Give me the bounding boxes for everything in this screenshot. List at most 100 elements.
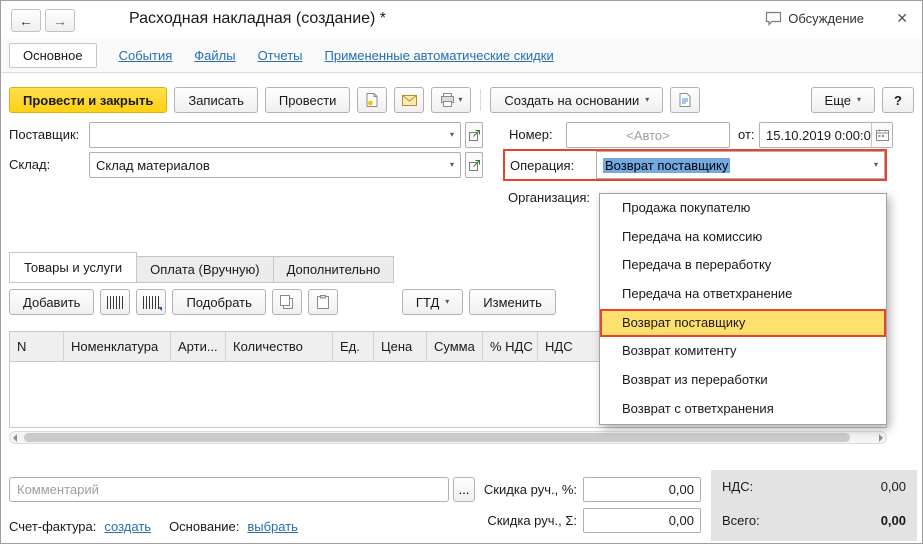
close-button[interactable]: ✕	[896, 10, 908, 27]
calendar-icon	[875, 129, 889, 141]
tab-reports[interactable]: Отчеты	[258, 48, 303, 63]
basis-choose-link[interactable]: выбрать	[247, 519, 298, 534]
paste-icon	[316, 295, 329, 309]
reports-button[interactable]	[670, 87, 701, 113]
report-icon	[679, 93, 691, 107]
back-button[interactable]: ←	[11, 9, 41, 32]
back-arrow-icon: ←	[19, 12, 33, 29]
tab-auto-discounts[interactable]: Примененные автоматические скидки	[325, 48, 554, 63]
operation-highlight-box: Операция: Возврат поставщику ▾	[503, 149, 887, 181]
total-row: Всего: 0,00	[722, 513, 906, 528]
column-header-price[interactable]: Цена	[374, 332, 427, 362]
column-header-article[interactable]: Арти...	[171, 332, 226, 362]
scroll-left-icon[interactable]	[13, 434, 17, 442]
totals-panel: НДС: 0,00 Всего: 0,00	[711, 470, 917, 541]
number-field[interactable]: <Авто>	[566, 122, 730, 148]
chevron-down-icon: ▾	[856, 95, 861, 104]
chevron-down-icon: ▾	[445, 297, 450, 306]
add-row-button[interactable]: Добавить	[9, 289, 95, 315]
basis-label: Основание:	[169, 519, 240, 534]
tab-additional[interactable]: Дополнительно	[272, 256, 395, 283]
invoice-links-row: Счет-фактура: создать Основание: выбрать	[9, 519, 298, 534]
tab-events[interactable]: События	[119, 48, 173, 63]
menu-item-return-to-consignor[interactable]: Возврат комитенту	[600, 337, 886, 366]
organization-label: Организация:	[508, 190, 591, 205]
horizontal-scrollbar[interactable]	[9, 431, 887, 444]
barcode-input-button[interactable]	[136, 289, 167, 315]
discount-sum-field[interactable]: 0,00	[583, 508, 701, 533]
gtd-label: ГТД	[415, 294, 440, 310]
comment-input[interactable]	[9, 477, 449, 502]
menu-item-processing[interactable]: Передача в переработку	[600, 251, 886, 280]
chevron-down-icon: ▾	[458, 95, 463, 104]
attach-file-button[interactable]	[357, 87, 388, 113]
more-button[interactable]: Еще ▾	[810, 87, 875, 113]
warehouse-value: Склад материалов	[96, 157, 210, 173]
gtd-button[interactable]: ГТД ▾	[401, 289, 464, 315]
scrollbar-thumb[interactable]	[24, 433, 850, 442]
forward-button[interactable]: →	[45, 9, 75, 32]
write-button[interactable]: Записать	[174, 87, 258, 113]
tab-files[interactable]: Файлы	[194, 48, 235, 63]
menu-item-return-to-supplier[interactable]: Возврат поставщику	[600, 308, 886, 338]
warehouse-field[interactable]: Склад материалов ▾	[89, 152, 461, 178]
post-button[interactable]: Провести	[264, 87, 351, 113]
menu-item-commission[interactable]: Передача на комиссию	[600, 223, 886, 252]
total-value: 0,00	[880, 513, 906, 528]
menu-item-sale[interactable]: Продажа покупателю	[600, 194, 886, 223]
barcode-scan-button[interactable]	[100, 289, 131, 315]
discount-pct-field[interactable]: 0,00	[583, 477, 701, 502]
operation-field[interactable]: Возврат поставщику ▾	[596, 151, 885, 179]
paste-rows-button[interactable]	[307, 289, 338, 315]
copy-rows-button[interactable]	[271, 289, 302, 315]
tab-goods-services[interactable]: Товары и услуги	[9, 252, 138, 283]
total-label: Всего:	[722, 513, 760, 528]
edit-row-button[interactable]: Изменить	[469, 289, 556, 315]
vat-value: 0,00	[880, 479, 906, 494]
create-on-basis-button[interactable]: Создать на основании ▾	[490, 87, 664, 113]
print-button[interactable]: ▾	[431, 87, 472, 113]
tab-main[interactable]: Основное	[9, 43, 97, 68]
corner-arrow-icon	[158, 307, 163, 311]
tab-payment[interactable]: Оплата (Вручную)	[136, 256, 274, 283]
date-label: от:	[738, 127, 755, 142]
toolbar-divider	[480, 89, 482, 111]
copy-icon	[280, 295, 294, 309]
send-email-button[interactable]	[394, 87, 425, 113]
number-placeholder: <Авто>	[626, 127, 670, 143]
invoice-create-link[interactable]: создать	[104, 519, 151, 534]
content-tabbar: Товары и услуги Оплата (Вручную) Дополни…	[9, 252, 395, 283]
supplier-label: Поставщик:	[9, 127, 80, 142]
open-form-icon	[468, 129, 480, 141]
vat-label: НДС:	[722, 479, 754, 494]
pick-items-button[interactable]: Подобрать	[172, 289, 266, 315]
column-header-vat-pct[interactable]: % НДС	[483, 332, 538, 362]
supplier-field[interactable]: ▾	[89, 122, 461, 148]
date-field[interactable]: 15.10.2019 0:00:00	[759, 122, 893, 148]
menu-item-return-from-safekeeping[interactable]: Возврат с ответхранения	[600, 395, 886, 424]
warehouse-label: Склад:	[9, 157, 51, 172]
column-header-unit[interactable]: Ед.	[333, 332, 374, 362]
column-header-sum[interactable]: Сумма	[427, 332, 483, 362]
page-title: Расходная накладная (создание) *	[129, 10, 387, 27]
supplier-open-button[interactable]	[465, 122, 483, 148]
chevron-down-icon: ▾	[645, 95, 650, 104]
date-value: 15.10.2019 0:00:00	[766, 127, 871, 143]
warehouse-open-button[interactable]	[465, 152, 483, 178]
column-header-nomenclature[interactable]: Номенклатура	[64, 332, 171, 362]
column-header-n[interactable]: N	[10, 332, 64, 362]
discussion-button[interactable]: Обсуждение	[765, 11, 864, 26]
scroll-right-icon[interactable]	[879, 434, 883, 442]
post-and-close-button[interactable]: Провести и закрыть	[9, 87, 168, 113]
vat-row: НДС: 0,00	[722, 479, 906, 494]
menu-item-return-from-processing[interactable]: Возврат из переработки	[600, 366, 886, 395]
menu-item-safekeeping[interactable]: Передача на ответхранение	[600, 280, 886, 309]
column-header-quantity[interactable]: Количество	[226, 332, 333, 362]
discount-pct-label: Скидка руч., %:	[483, 482, 577, 497]
discount-pct-value: 0,00	[668, 482, 694, 497]
calendar-button[interactable]	[871, 123, 892, 147]
discussion-label: Обсуждение	[788, 11, 864, 26]
help-button[interactable]: ?	[882, 87, 914, 113]
section-tabbar: Основное События Файлы Отчеты Примененны…	[1, 39, 922, 73]
chevron-down-icon: ▾	[873, 160, 878, 169]
